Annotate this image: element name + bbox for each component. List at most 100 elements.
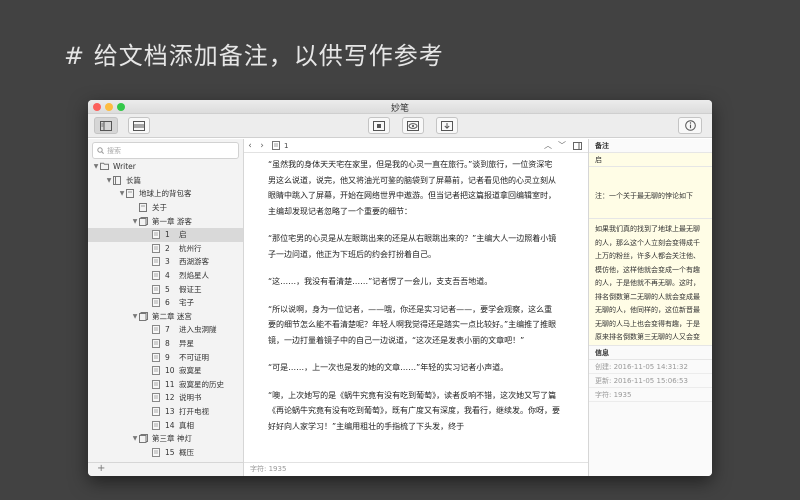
tree-item[interactable]: 11 寂寞星的历史 [88,378,243,392]
tree-item-label: 关于 [152,203,167,213]
page-icon [152,420,161,430]
tree-item-label: 第三章 神灯 [152,434,192,444]
disclosure-triangle-icon[interactable]: ▼ [131,313,139,320]
tree-item[interactable]: ▼ 长篇 [88,174,243,188]
book-icon [113,175,122,185]
tree-item[interactable]: 关于 [88,201,243,215]
tree-item[interactable]: ▼ 第三章 神灯 [88,432,243,446]
folder-icon [100,162,109,171]
page-icon [152,393,161,403]
toggle-editor-bar-button[interactable] [128,117,150,134]
eye-icon [407,120,419,131]
paragraph: “所以说啊，身为一位记者，——哦，你还是实习记者——，要学会观察，这么重要的细节… [268,304,557,345]
editor-pane: ‹ › 1 ︿ ﹀ “虽然我的身体天天宅在家里，但是我的心灵一直在旅行。”谈到旅… [244,139,588,476]
main-area: 搜索 ▼ Writer ▼ 长篇 ▼ 地球上的背包客 关于 ▼ 第一章 游客 1 启 2 杭州行 3 西湖游… [88,139,712,476]
page-headline: # 给文档添加备注，以供写作参考 [64,42,444,70]
tree-item-number: 12 [165,393,175,403]
tree-item[interactable]: 15 概压 [88,445,243,459]
disclosure-triangle-icon[interactable]: ▼ [118,190,126,197]
search-icon [97,147,104,154]
disclosure-triangle-icon[interactable]: ▼ [92,163,100,170]
tree-item-number: 14 [165,420,175,430]
tree-item-label: 西湖游客 [179,257,209,267]
disclosure-triangle-icon[interactable]: ▼ [131,435,139,442]
forward-icon[interactable]: › [256,141,268,151]
editor-text[interactable]: “虽然我的身体天天宅在家里，但是我的心灵一直在旅行。”谈到旅行，一位资深宅男这么… [268,157,560,462]
app-window: 妙笔 搜索 ▼ Writer ▼ 长篇 ▼ 地球上的背包客 关于 ▼ 第一章 游客 1 启 2 杭州行 3… [88,100,712,476]
page-icon [152,230,161,240]
tree-item-label: 异星 [179,339,194,349]
chapter-icon [139,434,148,444]
tree-item[interactable]: ▼ Writer [88,160,243,174]
tree-item-number: 9 [165,352,170,362]
tree-item-label: 地球上的背包客 [139,189,192,199]
info-header: 信息 [589,346,712,360]
page-icon [152,352,161,362]
tree-item-label: 烈焰星人 [179,271,209,281]
page-icon [152,284,161,294]
search-field[interactable]: 搜索 [92,142,239,159]
tree-item[interactable]: 5 假证王 [88,282,243,296]
document-icon [139,203,148,213]
tree-item[interactable]: ▼ 第二章 迷宫 [88,310,243,324]
tree-item-label: 进入虫洞隧 [179,325,217,335]
disclosure-triangle-icon[interactable]: ▼ [131,218,139,225]
tree-item[interactable]: 8 异星 [88,337,243,351]
add-item-button[interactable]: + [88,462,243,476]
tree-item-label: 概压 [179,447,194,457]
toggle-sidebar-button[interactable] [94,117,118,134]
word-count: 字符: 1935 [244,462,588,476]
export-button[interactable] [436,117,458,134]
focus-mode-button[interactable] [368,117,390,134]
note-line[interactable]: 注：一个关于最无聊的悖论如下 [589,167,712,219]
tree-item-number: 13 [165,406,175,416]
split-view-icon[interactable] [573,141,582,150]
tree-item[interactable]: 2 杭州行 [88,242,243,256]
tree-item-label: Writer [113,162,136,172]
tree-item[interactable]: ▼ 第一章 游客 [88,214,243,228]
page-icon [152,447,161,457]
tree-item-label: 宅子 [179,298,194,308]
tree-item-label: 杭州行 [179,243,202,253]
disclosure-triangle-icon[interactable]: ▼ [105,177,113,184]
window-title: 妙笔 [390,104,409,114]
info-panel-button[interactable] [678,117,702,134]
chevron-up-icon[interactable]: ︿ [544,140,552,151]
focus-frame-icon [373,120,385,131]
tree-item[interactable]: 7 进入虫洞隧 [88,323,243,337]
chapter-icon [139,216,148,226]
tree-item[interactable]: 13 打开电视 [88,405,243,419]
chapter-icon [139,311,148,321]
title-bar: 妙笔 [88,100,712,114]
tree-item[interactable]: 12 说明书 [88,391,243,405]
back-icon[interactable]: ‹ [244,141,256,151]
tree-item[interactable]: 3 西湖游客 [88,255,243,269]
tree-item-label: 打开电视 [179,406,209,416]
tree-item-number: 11 [165,379,175,389]
page-icon [152,406,161,416]
document-tree: ▼ Writer ▼ 长篇 ▼ 地球上的背包客 关于 ▼ 第一章 游客 1 启 2 杭州行 3 西湖游客 4 烈… [88,160,243,462]
note-body[interactable]: 如果我们真的找到了地球上最无聊的人，那么这个人立刻会变得成千上万的粉丝，许多人都… [589,219,712,346]
tree-item-label: 寂寞星的历史 [179,379,224,389]
tree-item[interactable]: 6 宅子 [88,296,243,310]
tree-item-number: 5 [165,284,170,294]
chevron-down-icon[interactable]: ﹀ [558,140,566,151]
page-icon [152,243,161,253]
tree-item[interactable]: 4 烈焰星人 [88,269,243,283]
updated-date: 更新: 2016-11-05 15:06:53 [589,374,712,388]
tree-item-number: 6 [165,298,170,308]
tree-item[interactable]: 10 寂寞星 [88,364,243,378]
note-title[interactable]: 启 [589,153,712,167]
tree-item[interactable]: 14 真相 [88,418,243,432]
page-icon [152,257,161,267]
tree-item[interactable]: ▼ 地球上的背包客 [88,187,243,201]
sidebar: 搜索 ▼ Writer ▼ 长篇 ▼ 地球上的背包客 关于 ▼ 第一章 游客 1 启 2 杭州行 3 西湖游… [88,139,244,476]
page-icon [152,298,161,308]
tree-item[interactable]: 1启 [88,227,243,242]
tree-item[interactable]: 9 不可证明 [88,350,243,364]
page-icon [152,379,161,389]
preview-button[interactable] [402,117,424,134]
toolbar [88,114,712,138]
tree-item-label: 真相 [179,420,194,430]
tree-item-label: 说明书 [179,393,202,403]
